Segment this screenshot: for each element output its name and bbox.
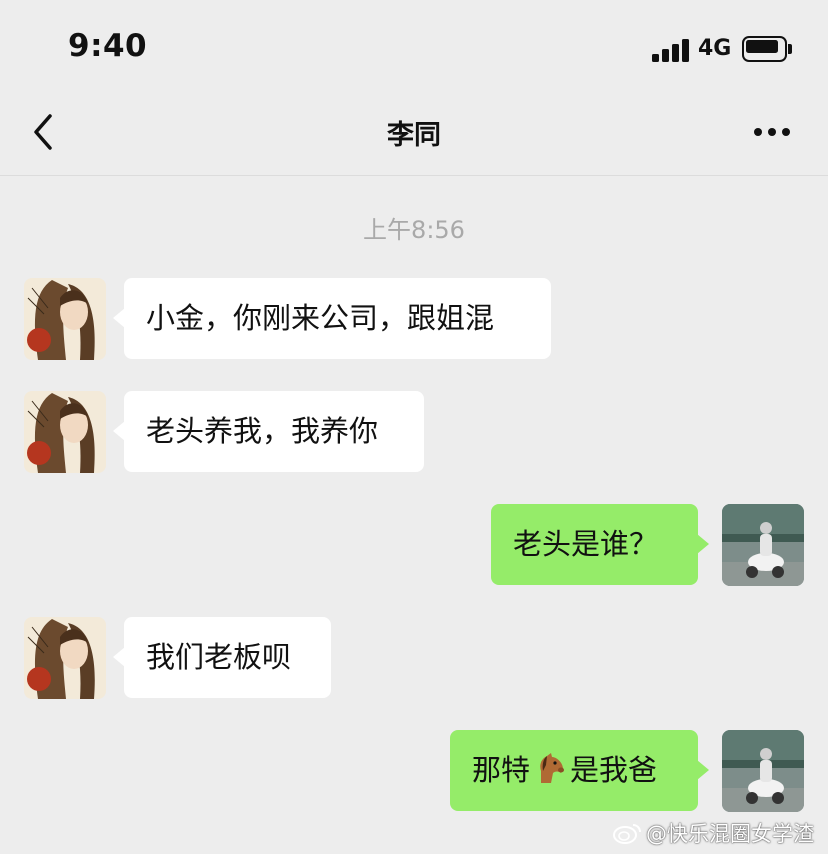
weibo-icon	[612, 822, 642, 844]
message-bubble-outgoing[interactable]: 老头是谁？	[491, 504, 709, 585]
contact-avatar[interactable]	[24, 391, 106, 473]
chat-title: 李同	[387, 120, 441, 151]
status-bar: 9:40 4G	[0, 0, 828, 96]
more-dots-icon[interactable]	[748, 112, 798, 152]
message-bubble-incoming[interactable]: 我们老板呗	[113, 617, 331, 698]
weibo-watermark: @快乐混圈女学渣	[612, 818, 828, 848]
horse-emoji-icon	[533, 735, 567, 783]
watermark-text: @快乐混圈女学渣	[646, 822, 814, 846]
user-avatar[interactable]	[722, 504, 804, 586]
message-timestamp: 上午8:56	[363, 216, 465, 244]
message-text-after: 是我爸	[570, 753, 658, 787]
message-bubble-outgoing[interactable]: 那特 是我爸	[450, 730, 709, 811]
chat-screen: 9:40 4G 李同 上午8:56 小金，你刚来公司，跟姐混 老头养我，我养你 …	[0, 0, 828, 854]
contact-avatar[interactable]	[24, 617, 106, 699]
message-bubble-incoming[interactable]: 小金，你刚来公司，跟姐混	[113, 278, 551, 359]
network-label: 4G	[698, 36, 732, 61]
signal-bars-icon	[652, 38, 690, 62]
message-text-before: 那特	[472, 753, 531, 787]
nav-bar: 李同	[0, 96, 828, 176]
battery-icon	[742, 36, 792, 62]
user-avatar[interactable]	[722, 730, 804, 812]
contact-avatar[interactable]	[24, 278, 106, 360]
message-bubble-incoming[interactable]: 老头养我，我养你	[113, 391, 424, 472]
status-time: 9:40	[68, 28, 148, 64]
